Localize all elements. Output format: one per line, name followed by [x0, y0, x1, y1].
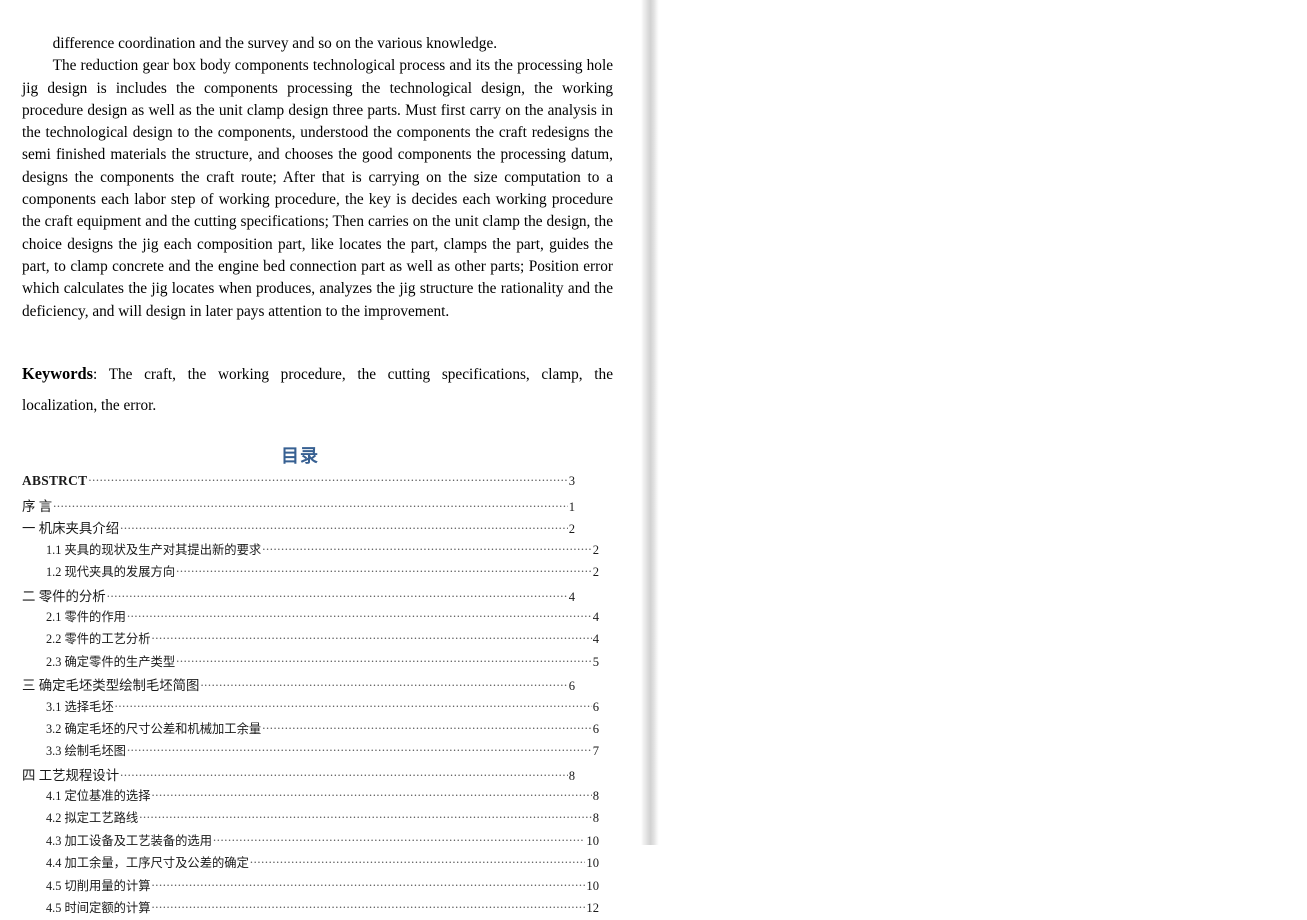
toc-entry[interactable]: 2.3 确定零件的生产类型 5 — [22, 652, 599, 674]
toc-entry-label: 3.2 确定毛坯的尺寸公差和机械加工余量 — [46, 721, 262, 736]
toc-entry[interactable]: 3.1 选择毛坯 6 — [22, 697, 599, 719]
toc-entry-label: 2.1 零件的作用 — [46, 609, 126, 624]
abstract-paragraph-main: The reduction gear box body components t… — [22, 57, 613, 320]
toc-dot-leader — [120, 521, 568, 534]
toc-entry[interactable]: 4.3 加工设备及工艺装备的选用 10 — [22, 831, 599, 853]
toc-dot-leader — [115, 698, 592, 711]
toc-entry[interactable]: 三 确定毛坯类型绘制毛坯简图 6 — [22, 674, 575, 696]
toc-entry-page-number: 5 — [592, 654, 599, 669]
toc-entry-page-number: 10 — [586, 878, 599, 893]
toc-entry-page-number: 4 — [592, 632, 599, 647]
toc-dot-leader — [127, 608, 592, 621]
toc-entry-label: 1.1 夹具的现状及生产对其提出新的要求 — [46, 542, 262, 557]
toc-heading: 目录 — [281, 446, 319, 467]
toc-entry[interactable]: 4.1 定位基准的选择 8 — [22, 786, 599, 808]
toc-entry-label: 1.2 现代夹具的发展方向 — [46, 565, 176, 580]
right-page: 五 机床夹具的定位及夹紧135.1 概述135.1.1 机床夹具的概念135.1… — [659, 0, 1307, 845]
toc-entry-label: 2.3 确定零件的生产类型 — [46, 654, 176, 669]
toc-entry-label: 4.5 切削用量的计算 — [46, 878, 151, 893]
toc-entry-page-number: 12 — [586, 901, 599, 916]
toc-dot-leader — [152, 631, 592, 644]
toc-entry-page-number: 1 — [568, 500, 575, 514]
keywords-label: Keywords — [22, 364, 94, 383]
toc-entry-page-number: 10 — [586, 856, 599, 871]
abstract-text-block: difference coordination and the survey a… — [22, 33, 613, 323]
toc-entry-page-number: 3 — [568, 473, 575, 488]
toc-entry-label: 四 工艺规程设计 — [22, 767, 120, 783]
toc-entry[interactable]: 一 机床夹具介绍 2 — [22, 517, 575, 539]
toc-entry[interactable]: 4.5 时间定额的计算 12 — [22, 898, 599, 920]
toc-entry[interactable]: 2.2 零件的工艺分析 4 — [22, 629, 599, 651]
toc-entry-page-number: 8 — [568, 768, 575, 783]
keywords-value: The craft, the working procedure, the cu… — [22, 366, 613, 414]
toc-entry-label: 4.3 加工设备及工艺装备的选用 — [46, 833, 213, 848]
toc-dot-leader — [152, 899, 586, 912]
toc-entry[interactable]: 四 工艺规程设计 8 — [22, 764, 575, 786]
keywords-block: Keywords: The craft, the working procedu… — [22, 358, 613, 421]
toc-entry-label: 三 确定毛坯类型绘制毛坯简图 — [22, 678, 200, 694]
toc-dot-leader — [213, 832, 585, 845]
toc-dot-leader — [250, 855, 586, 868]
left-page: difference coordination and the survey a… — [0, 0, 641, 915]
toc-entry-label: 一 机床夹具介绍 — [22, 521, 120, 537]
toc-dot-leader — [88, 472, 567, 485]
toc-entry[interactable]: 二 零件的分析 4 — [22, 585, 575, 607]
toc-entry-page-number: 2 — [568, 522, 575, 537]
toc-entry-page-number: 6 — [592, 721, 599, 736]
toc-entry[interactable]: 1.2 现代夹具的发展方向 2 — [22, 562, 599, 584]
toc-dot-leader — [120, 767, 568, 780]
toc-entry-page-number: 6 — [592, 699, 599, 714]
toc-entry-page-number: 4 — [592, 609, 599, 624]
toc-entry[interactable]: 3.2 确定毛坯的尺寸公差和机械加工余量 6 — [22, 719, 599, 741]
toc-entry[interactable]: 2.1 零件的作用 4 — [22, 607, 599, 629]
toc-entry-page-number: 10 — [586, 833, 599, 848]
toc-entry-page-number: 2 — [592, 542, 599, 557]
page-gutter-separator — [641, 0, 659, 845]
toc-entry[interactable]: 4.4 加工余量，工序尺寸及公差的确定 10 — [22, 853, 599, 875]
abstract-paragraph-continuation: difference coordination and the survey a… — [52, 35, 498, 52]
document-page: difference coordination and the survey a… — [0, 0, 1307, 915]
toc-entry-label: 4.1 定位基准的选择 — [46, 789, 151, 804]
keywords-separator: : — [93, 366, 98, 383]
toc-entry-page-number: 6 — [568, 679, 575, 694]
toc-list-left: ABSTRCT3序 言1一 机床夹具介绍21.1 夹具的现状及生产对其提出新的要… — [22, 472, 599, 920]
toc-dot-leader — [139, 810, 591, 823]
toc-entry-page-number: 8 — [592, 811, 599, 826]
toc-entry-page-number: 7 — [592, 744, 599, 759]
toc-entry-page-number: 2 — [592, 565, 599, 580]
toc-dot-leader — [107, 588, 568, 601]
toc-entry[interactable]: 3.3 绘制毛坯图 7 — [22, 741, 599, 763]
toc-dot-leader — [152, 787, 592, 800]
toc-entry[interactable]: ABSTRCT 3 — [22, 472, 575, 495]
toc-entry-label: 3.1 选择毛坯 — [46, 699, 114, 714]
toc-dot-leader — [127, 743, 592, 756]
toc-dot-leader — [53, 498, 568, 511]
toc-dot-leader — [176, 653, 592, 666]
toc-entry-page-number: 8 — [592, 789, 599, 804]
toc-dot-leader — [200, 678, 567, 691]
toc-entry-label: 3.3 绘制毛坯图 — [46, 744, 126, 759]
toc-entry[interactable]: 序 言 1 — [22, 495, 575, 517]
toc-dot-leader — [152, 877, 586, 890]
toc-entry-label: 4.4 加工余量，工序尺寸及公差的确定 — [46, 856, 249, 871]
toc-dot-leader — [262, 720, 592, 733]
toc-entry[interactable]: 1.1 夹具的现状及生产对其提出新的要求 2 — [22, 540, 599, 562]
toc-entry-label: 序 言 — [22, 499, 53, 514]
toc-entry-label: ABSTRCT — [22, 472, 88, 488]
toc-dot-leader — [262, 541, 592, 554]
toc-entry[interactable]: 4.5 切削用量的计算 10 — [22, 876, 599, 898]
toc-entry-label: 2.2 零件的工艺分析 — [46, 632, 151, 647]
toc-entry-page-number: 4 — [568, 589, 575, 604]
toc-entry-label: 4.2 拟定工艺路线 — [46, 811, 139, 826]
toc-entry-label: 4.5 时间定额的计算 — [46, 901, 151, 916]
toc-entry[interactable]: 4.2 拟定工艺路线 8 — [22, 808, 599, 830]
toc-entry-label: 二 零件的分析 — [22, 588, 106, 604]
toc-dot-leader — [176, 564, 592, 577]
